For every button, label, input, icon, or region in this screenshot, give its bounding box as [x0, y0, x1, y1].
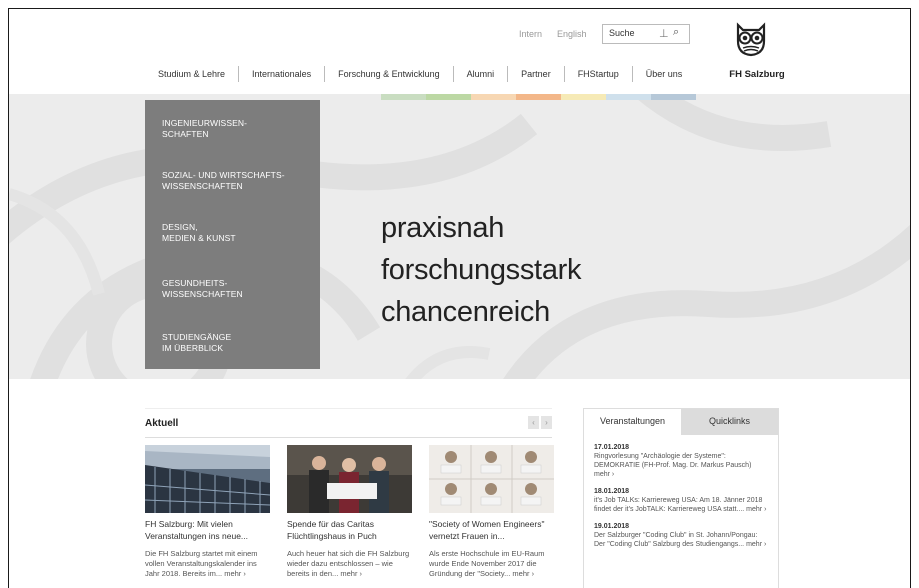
- news-card[interactable]: FH Salzburg: Mit vielen Veranstaltungen …: [145, 445, 270, 579]
- event-date: 18.01.2018: [594, 488, 630, 495]
- nav-studium-lehre[interactable]: Studium & Lehre: [145, 66, 240, 82]
- color-strip-segment: [606, 94, 651, 100]
- search-icon[interactable]: ⌕: [673, 26, 679, 39]
- news-card-text: Die FH Salzburg startet mit einem vollen…: [145, 549, 270, 579]
- tagline-line: chancenreich: [381, 296, 550, 328]
- event-teaser: it's Job TALKs: Karriereweg USA: Am 18. …: [594, 497, 763, 513]
- logo[interactable]: FH Salzburg: [721, 21, 785, 83]
- menu-design-medien-kunst[interactable]: DESIGN, MEDIEN & KUNST: [162, 222, 236, 244]
- keyboard-icon[interactable]: ⊥: [659, 27, 669, 40]
- tagline-line: forschungsstark: [381, 254, 582, 286]
- event-item[interactable]: 17.01.2018 Ringvorlesung "Archäologie de…: [584, 443, 778, 479]
- event-date: 19.01.2018: [594, 523, 630, 530]
- event-text: Ringvorlesung "Archäologie der Systeme":…: [594, 452, 768, 479]
- news-image-building: [145, 445, 270, 513]
- nav-ueber-uns[interactable]: Über uns: [633, 66, 696, 82]
- nav-forschung[interactable]: Forschung & Entwicklung: [325, 66, 454, 82]
- event-text: Der Salzburger "Coding Club" in St. Joha…: [594, 531, 768, 549]
- color-strip-segment: [651, 94, 696, 100]
- more-link[interactable]: mehr ›: [340, 569, 362, 578]
- menu-sozial-wirtschaftswissenschaften[interactable]: SOZIAL- UND WIRTSCHAFTS- WISSENSCHAFTEN: [162, 170, 285, 192]
- color-strip-segment: [381, 94, 426, 100]
- news-card-title[interactable]: Spende für das Caritas Flüchtlingshaus i…: [287, 518, 412, 544]
- menu-ingenieurwissenschaften[interactable]: INGENIEURWISSEN- SCHAFTEN: [162, 118, 247, 140]
- nav-partner[interactable]: Partner: [508, 66, 565, 82]
- more-link[interactable]: mehr ›: [746, 541, 766, 548]
- prev-arrow-icon[interactable]: ‹: [528, 416, 539, 429]
- owl-logo-icon: [736, 22, 766, 57]
- event-item[interactable]: 19.01.2018 Der Salzburger "Coding Club" …: [584, 522, 778, 549]
- tab-veranstaltungen[interactable]: Veranstaltungen: [584, 409, 681, 435]
- faculty-menu: INGENIEURWISSEN- SCHAFTEN SOZIAL- UND WI…: [145, 100, 320, 369]
- event-text: it's Job TALKs: Karriereweg USA: Am 18. …: [594, 496, 768, 514]
- tab-quicklinks[interactable]: Quicklinks: [681, 409, 778, 435]
- search-box[interactable]: ⊥ ⌕: [602, 24, 690, 44]
- news-card[interactable]: Spende für das Caritas Flüchtlingshaus i…: [287, 445, 412, 579]
- more-link[interactable]: mehr ›: [746, 506, 766, 513]
- news-card-title[interactable]: FH Salzburg: Mit vielen Veranstaltungen …: [145, 518, 270, 544]
- intern-link[interactable]: Intern: [519, 29, 542, 39]
- news-card-text: Als erste Hochschule im EU-Raum wurde En…: [429, 549, 554, 579]
- news-image-donation: [287, 445, 412, 513]
- color-strip-segment: [516, 94, 561, 100]
- more-link[interactable]: mehr ›: [512, 569, 534, 578]
- news-cards: FH Salzburg: Mit vielen Veranstaltungen …: [145, 445, 554, 579]
- english-link[interactable]: English: [557, 29, 587, 39]
- browser-viewport: Intern English ⊥ ⌕ FH Salzburg Studium &…: [8, 8, 911, 588]
- next-arrow-icon[interactable]: ›: [541, 416, 552, 429]
- event-date: 17.01.2018: [594, 444, 630, 451]
- hero-banner: INGENIEURWISSEN- SCHAFTEN SOZIAL- UND WI…: [9, 94, 910, 379]
- events-panel: Veranstaltungen Quicklinks 17.01.2018 Ri…: [583, 408, 779, 588]
- more-link[interactable]: mehr ›: [594, 471, 614, 478]
- events-tabs: Veranstaltungen Quicklinks: [584, 409, 778, 435]
- nav-alumni[interactable]: Alumni: [454, 66, 509, 82]
- menu-gesundheitswissenschaften[interactable]: GESUNDHEITS- WISSENSCHAFTEN: [162, 278, 243, 300]
- event-item[interactable]: 18.01.2018 it's Job TALKs: Karriereweg U…: [584, 487, 778, 514]
- main-nav: Studium & Lehre Internationales Forschun…: [145, 66, 695, 82]
- search-input[interactable]: [609, 28, 653, 38]
- more-link[interactable]: mehr ›: [224, 569, 246, 578]
- news-card[interactable]: "Society of Women Engineers" vernetzt Fr…: [429, 445, 554, 579]
- color-strip-segment: [471, 94, 516, 100]
- logo-name: FH Salzburg: [729, 69, 785, 80]
- event-teaser: Ringvorlesung "Archäologie der Systeme":…: [594, 453, 752, 469]
- nav-internationales[interactable]: Internationales: [239, 66, 326, 82]
- color-strip-segment: [426, 94, 471, 100]
- news-card-title[interactable]: "Society of Women Engineers" vernetzt Fr…: [429, 518, 554, 544]
- news-image-portraits: [429, 445, 554, 513]
- news-title: Aktuell: [145, 418, 179, 429]
- news-card-text: Auch heuer hat sich die FH Salzburg wied…: [287, 549, 412, 579]
- news-section: Aktuell ‹ › FH Salzburg: Mit vielen Vera…: [145, 408, 554, 578]
- color-strip-segment: [561, 94, 606, 100]
- event-teaser: Der Salzburger "Coding Club" in St. Joha…: [594, 532, 758, 548]
- nav-fhstartup[interactable]: FHStartup: [565, 66, 633, 82]
- menu-studiengaenge-ueberblick[interactable]: STUDIENGÄNGE IM ÜBERBLICK: [162, 332, 231, 354]
- color-strip: [381, 94, 696, 100]
- news-header: Aktuell ‹ ›: [145, 408, 552, 438]
- news-pager: ‹ ›: [528, 416, 552, 429]
- tagline-line: praxisnah: [381, 212, 505, 244]
- hero-tagline: praxisnah forschungsstark chancenreich: [381, 207, 582, 333]
